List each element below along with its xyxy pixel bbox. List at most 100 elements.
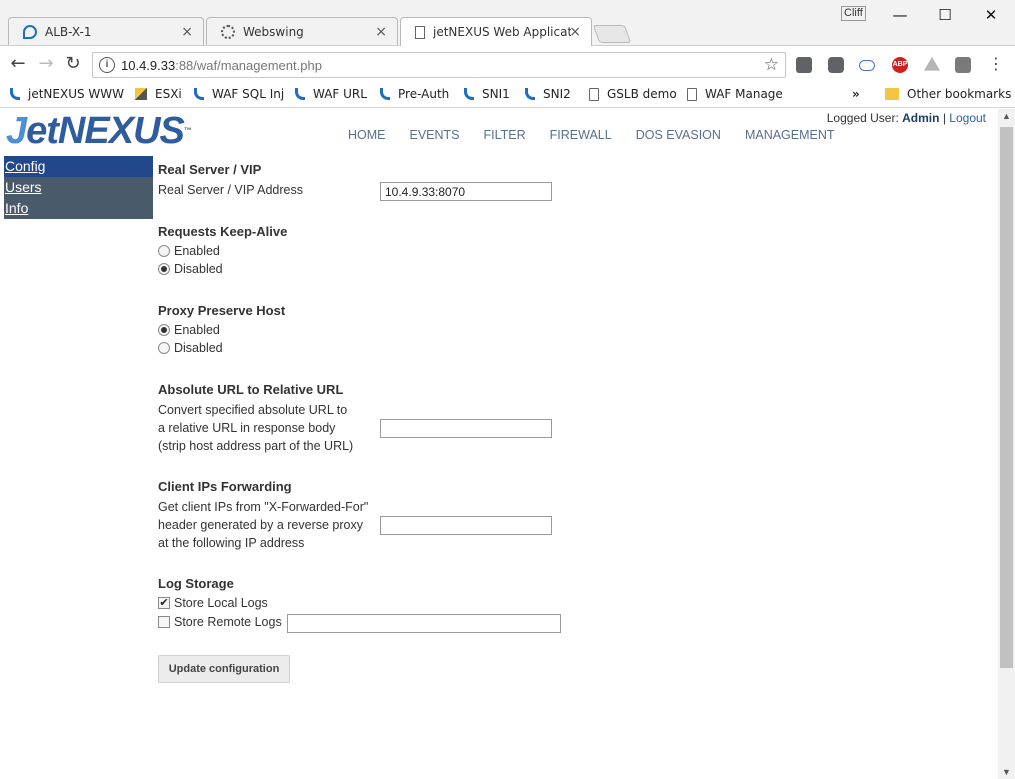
store-local-logs-option[interactable]: ✔ Store Local Logs (158, 596, 268, 610)
page-scrollbar[interactable]: ▲ ▼ (998, 109, 1015, 779)
browser-menu-icon[interactable]: ⋮ (986, 54, 1006, 74)
bookmark-label: SNI1 (482, 87, 510, 101)
top-nav: HOME EVENTS FILTER FIREWALL DOS EVASION … (348, 128, 859, 142)
window-user-badge[interactable]: Cliff (841, 6, 866, 21)
preserve-host-enabled-radio[interactable] (158, 324, 170, 336)
reload-button[interactable]: ↻ (63, 54, 83, 74)
client-ips-input[interactable] (380, 516, 552, 535)
webswing-favicon-icon (221, 24, 235, 39)
remote-logs-input[interactable] (287, 614, 561, 633)
pocket-extension-icon[interactable] (796, 57, 812, 73)
forward-button[interactable]: → (36, 54, 56, 74)
tab-close-icon[interactable]: × (181, 24, 193, 40)
tab-jetnexus-active[interactable]: jetNEXUS Web Applicatio × (400, 17, 592, 46)
update-configuration-button[interactable]: Update configuration (158, 655, 290, 683)
address-bar[interactable]: i 10.4.9.33:88/waf/management.php ☆ (92, 52, 786, 78)
bookmark-esxi[interactable]: ESXi (135, 87, 182, 101)
new-tab-button[interactable] (592, 25, 632, 43)
real-server-address-input[interactable] (380, 182, 552, 201)
jetnexus-bookmark-icon (464, 88, 474, 100)
nav-home[interactable]: HOME (348, 128, 386, 142)
section-title-keep-alive: Requests Keep-Alive (158, 224, 288, 239)
keep-alive-disabled-option[interactable]: Disabled (158, 262, 223, 276)
bookmark-jetnexus-www[interactable]: jetNEXUS WWW (10, 87, 124, 101)
tab-label: jetNEXUS Web Applicatio (433, 25, 571, 39)
tab-label: ALB-X-1 (45, 24, 92, 39)
logged-user-prefix: Logged User: (826, 111, 899, 125)
esxi-bookmark-icon (135, 88, 147, 100)
store-local-logs-checkbox[interactable]: ✔ (158, 597, 170, 609)
tab-webswing[interactable]: Webswing × (206, 17, 398, 45)
sidebar-item-users[interactable]: Users (4, 177, 153, 198)
scroll-down-arrow-icon[interactable]: ▼ (1002, 767, 1011, 777)
real-server-address-label: Real Server / VIP Address (158, 183, 303, 197)
sidebar-item-info[interactable]: Info (4, 198, 153, 219)
page-viewport: JetNEXUS™ HOME EVENTS FILTER FIREWALL DO… (0, 109, 998, 779)
sidebar-item-config[interactable]: Config (4, 156, 153, 177)
bookmarks-overflow-button[interactable]: » (852, 87, 860, 101)
nav-filter[interactable]: FILTER (484, 128, 526, 142)
jetnexus-logo: JetNEXUS™ (6, 110, 192, 152)
client-ips-description-line: header generated by a reverse proxy (158, 518, 363, 532)
lastpass-extension-icon[interactable] (828, 57, 844, 73)
logout-link[interactable]: Logout (949, 111, 986, 125)
store-remote-logs-checkbox[interactable] (158, 616, 170, 628)
section-title-abs-url: Absolute URL to Relative URL (158, 382, 344, 397)
tab-strip: ALB-X-1 × Webswing × jetNEXUS Web Applic… (0, 0, 1015, 46)
site-info-icon[interactable]: i (99, 57, 115, 73)
bookmark-waf-url[interactable]: WAF URL (295, 87, 367, 101)
abs-url-description-line: Convert specified absolute URL to (158, 403, 348, 417)
bookmark-star-icon[interactable]: ☆ (764, 55, 779, 75)
nav-events[interactable]: EVENTS (410, 128, 460, 142)
keep-alive-enabled-option[interactable]: Enabled (158, 244, 220, 258)
tab-close-icon[interactable]: × (375, 24, 387, 40)
other-bookmarks-label: Other bookmarks (907, 87, 1012, 101)
option-label: Enabled (174, 244, 220, 258)
bookmark-label: jetNEXUS WWW (28, 87, 125, 101)
minimize-button[interactable]: — (877, 2, 923, 28)
cast-extension-icon[interactable] (955, 57, 971, 73)
keep-alive-enabled-radio[interactable] (158, 245, 170, 257)
option-label: Store Local Logs (174, 596, 268, 610)
logged-user-name: Admin (902, 111, 940, 125)
bookmarks-bar: jetNEXUS WWW ESXi WAF SQL Inj WAF URL Pr… (0, 83, 1015, 108)
back-button[interactable]: ← (8, 54, 28, 74)
store-remote-logs-option[interactable]: Store Remote Logs (158, 615, 282, 629)
bookmark-sni1[interactable]: SNI1 (464, 87, 510, 101)
nav-firewall[interactable]: FIREWALL (550, 128, 612, 142)
folder-icon (885, 88, 899, 100)
other-bookmarks[interactable]: Other bookmarks (885, 87, 1011, 101)
bookmark-sni2[interactable]: SNI2 (525, 87, 571, 101)
preserve-host-enabled-option[interactable]: Enabled (158, 323, 220, 337)
adblock-extension-icon[interactable]: ABP (892, 57, 908, 73)
scroll-up-arrow-icon[interactable]: ▲ (1002, 111, 1011, 121)
bookmark-pre-auth[interactable]: Pre-Auth (380, 87, 449, 101)
close-window-button[interactable]: ✕ (968, 2, 1014, 28)
abs-url-description-line: (strip host address part of the URL) (158, 439, 354, 453)
browser-toolbar: ← → ↻ i 10.4.9.33:88/waf/management.php … (0, 45, 1015, 83)
tab-label: Webswing (243, 24, 304, 39)
preserve-host-disabled-radio[interactable] (158, 342, 170, 354)
nav-management[interactable]: MANAGEMENT (745, 128, 835, 142)
user-separator: | (942, 111, 946, 125)
scroll-thumb[interactable] (1000, 127, 1013, 668)
client-ips-description-line: at the following IP address (158, 536, 305, 550)
bookmark-waf-manage[interactable]: WAF Manage (687, 87, 783, 101)
cloud-extension-icon[interactable] (859, 60, 875, 71)
tab-alb-x-1[interactable]: ALB-X-1 × (8, 17, 204, 45)
bookmark-gslb-demo[interactable]: GSLB demo (589, 87, 677, 101)
nav-dos-evasion[interactable]: DOS EVASION (636, 128, 721, 142)
keep-alive-disabled-radio[interactable] (158, 263, 170, 275)
section-title-real-server: Real Server / VIP (158, 162, 262, 177)
jetnexus-bookmark-icon (194, 88, 204, 100)
bookmark-waf-sql-inj[interactable]: WAF SQL Inj (194, 87, 284, 101)
jetnexus-bookmark-icon (380, 88, 390, 100)
maximize-button[interactable]: ☐ (922, 2, 968, 28)
tab-close-icon[interactable]: × (569, 24, 581, 40)
abs-url-input[interactable] (380, 419, 552, 438)
drive-extension-icon[interactable] (924, 57, 940, 71)
preserve-host-disabled-option[interactable]: Disabled (158, 341, 223, 355)
address-url[interactable]: 10.4.9.33:88/waf/management.php (121, 58, 322, 73)
url-host: 10.4.9.33 (121, 58, 176, 73)
url-path: :88/waf/management.php (175, 58, 322, 73)
